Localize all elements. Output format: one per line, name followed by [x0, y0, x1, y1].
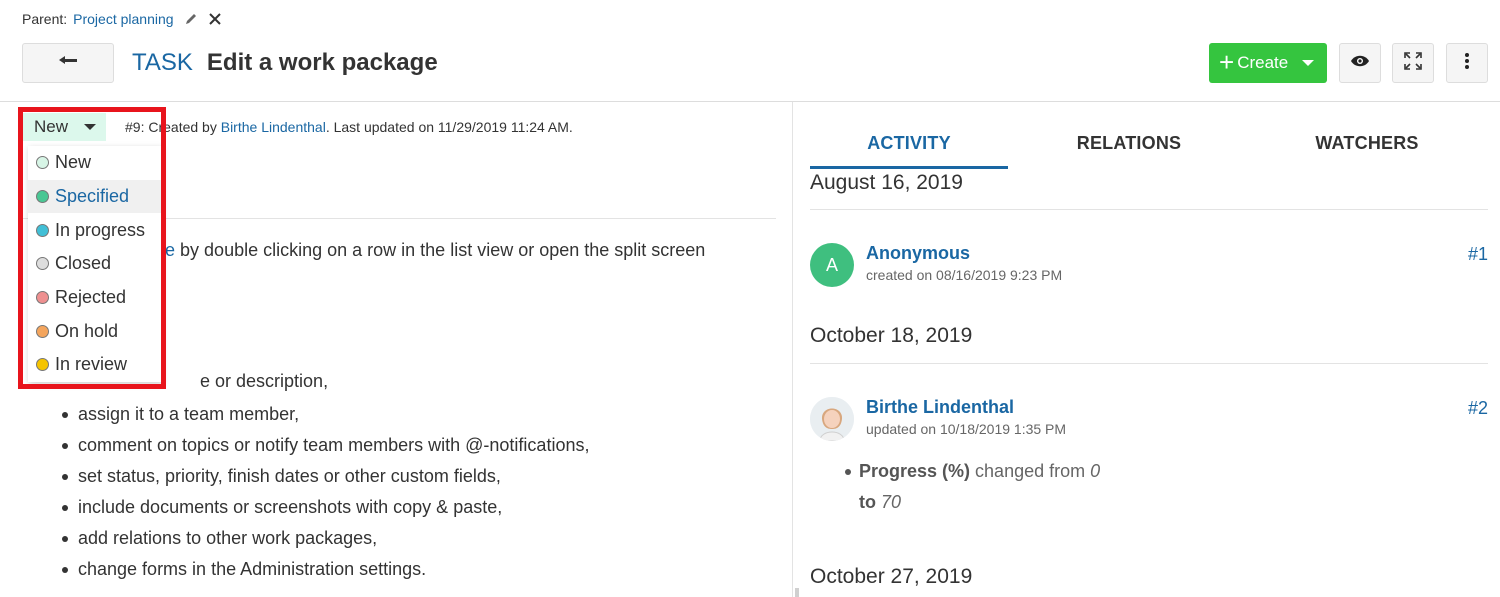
- list-item: assign it to a team member,: [60, 402, 589, 433]
- breadcrumb: Parent: Project planning: [22, 10, 222, 28]
- list-item: comment on topics or notify team members…: [60, 433, 589, 464]
- bullet-dot: [845, 469, 851, 476]
- more-options-button[interactable]: [1446, 43, 1488, 83]
- tab-activity[interactable]: ACTIVITY: [810, 128, 1008, 158]
- work-package-subject[interactable]: Edit a work package: [207, 49, 438, 77]
- split-divider[interactable]: [792, 102, 793, 597]
- fullscreen-button[interactable]: [1392, 43, 1434, 83]
- list-item: add relations to other work packages,: [60, 526, 589, 557]
- activity-author[interactable]: Anonymous: [866, 243, 970, 264]
- activity-anchor[interactable]: #2: [1468, 398, 1488, 419]
- activity-date: August 16, 2019: [810, 171, 963, 194]
- work-package-type: TASK: [132, 49, 193, 76]
- chevron-down-icon: [1302, 60, 1315, 66]
- activity-timestamp: created on 08/16/2019 9:23 PM: [866, 267, 1063, 283]
- partial-bullet: e or description,: [200, 371, 329, 391]
- breadcrumb-label: Parent:: [22, 11, 68, 27]
- pencil-icon[interactable]: [184, 12, 198, 26]
- list-item: include documents or screenshots with co…: [60, 495, 589, 526]
- avatar: A: [810, 243, 854, 287]
- work-package-meta: #9: Created by Birthe Lindenthal. Last u…: [125, 119, 573, 135]
- more-vertical-icon: [1464, 52, 1470, 75]
- meta-author-link[interactable]: Birthe Lindenthal: [221, 119, 326, 135]
- tab-relations[interactable]: RELATIONS: [1030, 128, 1228, 158]
- close-icon[interactable]: [208, 12, 222, 26]
- change-from: 0: [1090, 461, 1101, 481]
- back-arrow-icon: [57, 54, 79, 72]
- change-text: changed from: [970, 461, 1091, 481]
- fullscreen-icon: [1404, 51, 1422, 75]
- highlight-box: [18, 107, 166, 389]
- activity-date: October 27, 2019: [810, 565, 973, 588]
- parent-link[interactable]: Project planning: [73, 11, 173, 27]
- page-title: TASK Edit a work package: [132, 48, 438, 78]
- active-tab-indicator: [810, 166, 1008, 169]
- activity-anchor[interactable]: #1: [1468, 244, 1488, 265]
- list-item: set status, priority, finish dates or ot…: [60, 464, 589, 495]
- date-divider: [810, 209, 1488, 210]
- description-bullets: assign it to a team member, comment on t…: [60, 402, 589, 588]
- create-button[interactable]: + Create: [1209, 43, 1327, 83]
- change-to: 70: [881, 492, 902, 512]
- back-button[interactable]: [22, 43, 114, 83]
- avatar-initial: A: [825, 254, 838, 275]
- activity-timestamp: updated on 10/18/2019 1:35 PM: [866, 421, 1067, 437]
- list-item: change forms in the Administration setti…: [60, 557, 589, 588]
- plus-icon: +: [1219, 47, 1235, 77]
- watch-button[interactable]: [1339, 43, 1381, 83]
- change-to-label: to: [859, 492, 876, 512]
- header-divider: [0, 101, 1500, 102]
- avatar: [810, 397, 854, 441]
- description-text: by double clicking on a row in the list …: [175, 240, 706, 260]
- create-label: Create: [1237, 53, 1289, 72]
- meta-suffix: . Last updated on 11/29/2019 11:24 AM.: [325, 119, 573, 135]
- tab-watchers[interactable]: WATCHERS: [1268, 128, 1466, 158]
- eye-icon: [1350, 54, 1370, 73]
- scrollbar[interactable]: [795, 588, 799, 597]
- activity-date: October 18, 2019: [810, 324, 973, 347]
- date-divider: [810, 363, 1488, 364]
- activity-change: Progress (%) changed from 0 to 70: [845, 456, 1100, 518]
- change-field: Progress (%): [859, 461, 971, 481]
- activity-author[interactable]: Birthe Lindenthal: [866, 397, 1014, 418]
